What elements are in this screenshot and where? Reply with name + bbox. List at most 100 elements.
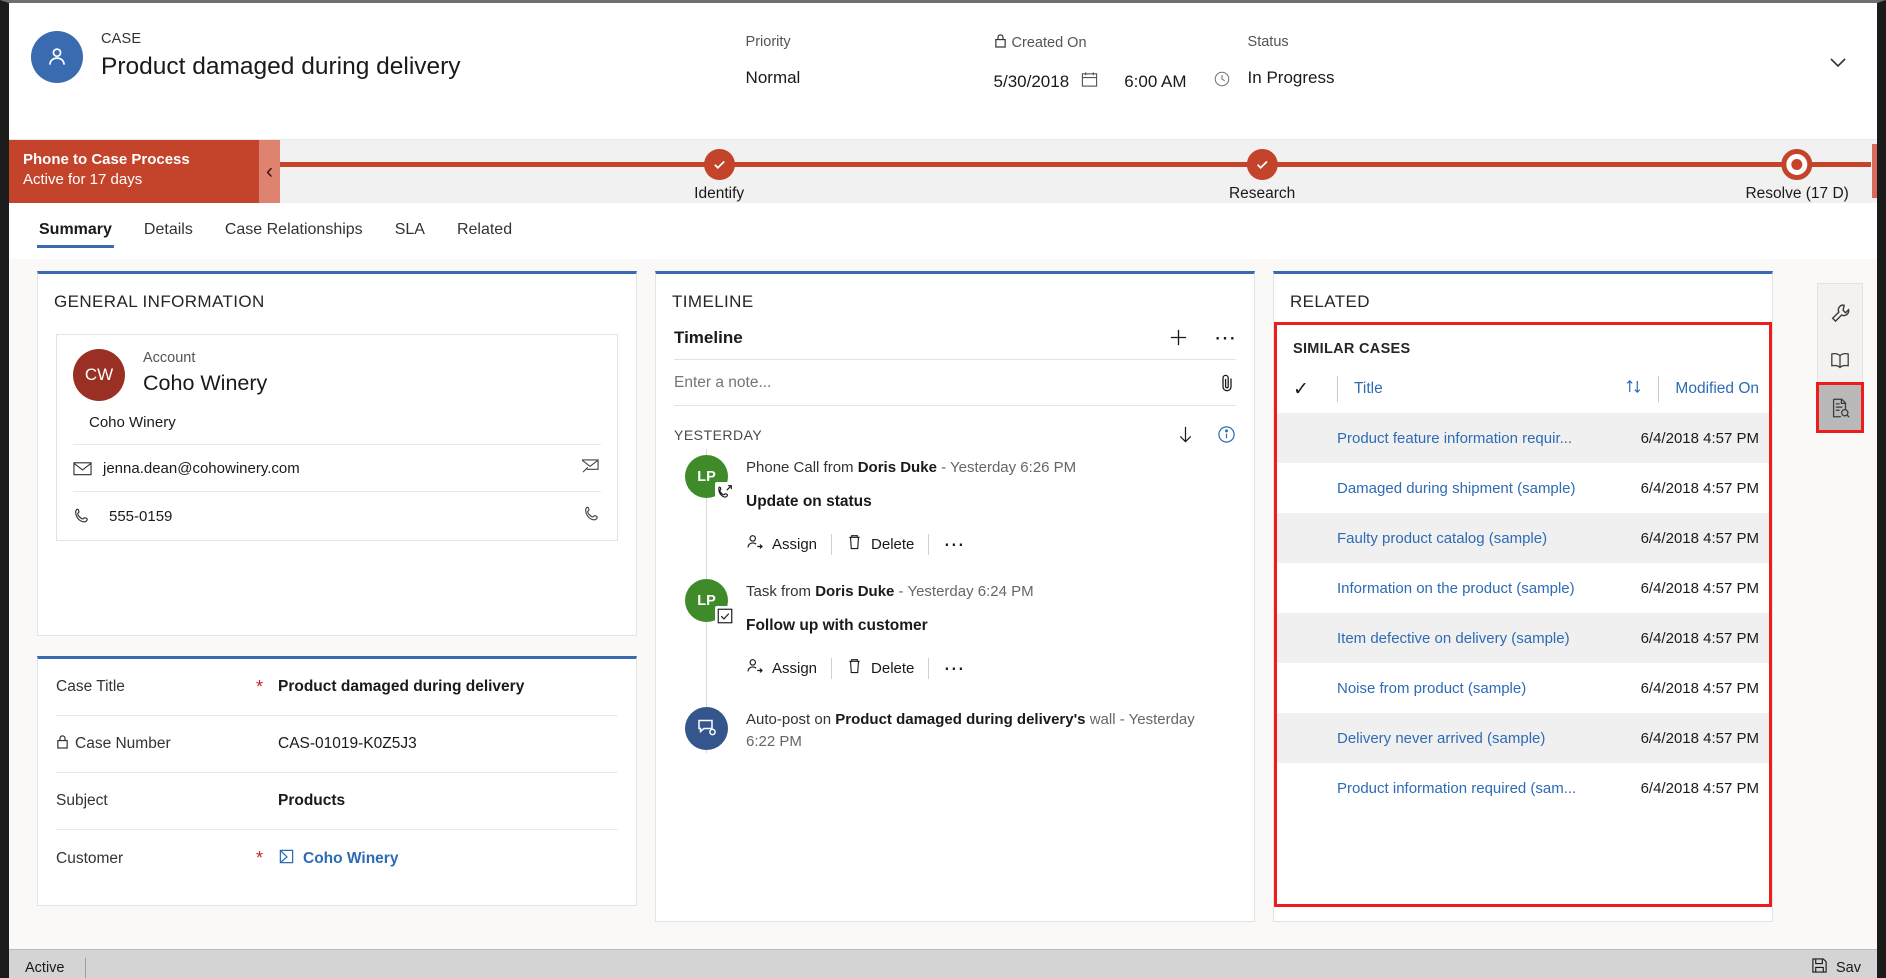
status-bar: Active Sav <box>9 949 1877 978</box>
header-field-priority[interactable]: Priority Normal <box>746 33 994 88</box>
timeline-section-actions <box>1176 424 1236 445</box>
table-row[interactable]: Item defective on delivery (sample) 6/4/… <box>1277 613 1769 663</box>
note-input[interactable] <box>674 373 1218 392</box>
ellipsis-icon[interactable]: ⋯ <box>943 534 964 555</box>
assign-button[interactable]: Assign <box>746 533 817 555</box>
clock-icon[interactable] <box>1213 70 1231 93</box>
envelope-icon <box>73 461 103 476</box>
timeline-item-body: Phone Call from Doris Duke - Yesterday 6… <box>746 455 1076 555</box>
general-information-column: GENERAL INFORMATION CW Account Coho Wine… <box>37 271 637 949</box>
timeline-item-prefix: Phone Call from <box>746 459 858 476</box>
table-cell-title[interactable]: Product information required (sam... <box>1337 780 1641 797</box>
table-row[interactable]: Product feature information requir... 6/… <box>1277 413 1769 463</box>
table-cell-title[interactable]: Information on the product (sample) <box>1337 580 1641 597</box>
timeline-item-subject[interactable]: Update on status <box>746 493 1076 511</box>
created-on-date: 5/30/2018 <box>993 71 1070 91</box>
list-item[interactable]: LP Task from Doris Duke - Yesterday 6:24… <box>674 573 1236 679</box>
ellipsis-icon[interactable]: ⋯ <box>1214 326 1236 348</box>
table-cell-title[interactable]: Noise from product (sample) <box>1337 680 1641 697</box>
arrow-down-icon[interactable] <box>1176 424 1195 445</box>
calendar-icon[interactable] <box>1081 71 1098 93</box>
table-row[interactable]: Noise from product (sample) 6/4/2018 4:5… <box>1277 663 1769 713</box>
table-cell-modified-on: 6/4/2018 4:57 PM <box>1640 579 1759 597</box>
assign-person-icon <box>746 657 764 679</box>
table-cell-title[interactable]: Damaged during shipment (sample) <box>1337 480 1641 497</box>
wrench-icon[interactable] <box>1818 290 1862 337</box>
column-header-title[interactable]: Title <box>1354 380 1625 398</box>
similar-cases-title: SIMILAR CASES <box>1293 341 1411 357</box>
table-cell-modified-on: 6/4/2018 4:57 PM <box>1640 679 1759 697</box>
chevron-down-icon[interactable] <box>1823 47 1853 77</box>
list-item[interactable]: LP Phone Call from Doris Duke - Yesterda <box>674 449 1236 555</box>
divider <box>928 657 930 679</box>
process-stage-research[interactable]: Research <box>1229 140 1295 203</box>
header-field-status[interactable]: Status In Progress <box>1248 33 1478 88</box>
account-quick-view: CW Account Coho Winery Coho Winery jenna… <box>56 334 618 541</box>
similar-records-icon[interactable] <box>1816 382 1864 433</box>
avatar: CW <box>73 349 125 401</box>
delete-button[interactable]: Delete <box>846 533 914 555</box>
tab-sla[interactable]: SLA <box>393 215 427 248</box>
trash-icon <box>846 533 863 555</box>
chevron-left-icon[interactable]: ‹ <box>259 140 280 203</box>
timeline-item-subject[interactable]: Follow up with customer <box>746 617 1034 635</box>
table-cell-title[interactable]: Item defective on delivery (sample) <box>1337 630 1641 647</box>
send-email-icon[interactable] <box>581 458 601 478</box>
form-tabs: Summary Details Case Relationships SLA R… <box>9 203 1877 259</box>
book-knowledge-icon[interactable] <box>1818 337 1862 384</box>
process-stage-resolve[interactable]: Resolve (17 D) <box>1745 140 1849 203</box>
timeline-item-time: - Yesterday 6:24 PM <box>894 583 1034 600</box>
table-row[interactable]: Information on the product (sample) 6/4/… <box>1277 563 1769 613</box>
assign-person-icon <box>746 533 764 555</box>
account-phone[interactable]: 555-0159 <box>109 508 172 525</box>
table-cell-title[interactable]: Faulty product catalog (sample) <box>1337 530 1641 547</box>
account-email[interactable]: jenna.dean@cohowinery.com <box>103 460 300 477</box>
avatar: LP <box>685 455 735 502</box>
sort-updown-icon[interactable] <box>1625 378 1642 400</box>
divider <box>1337 376 1338 402</box>
field-value-customer[interactable]: Coho Winery <box>278 848 398 870</box>
timeline-note-composer[interactable] <box>674 359 1236 406</box>
divider <box>831 533 833 555</box>
header-field-created-on[interactable]: Created On 5/30/2018 6:00 AM <box>994 33 1248 93</box>
field-value-subject[interactable]: Products <box>278 792 345 810</box>
plus-icon[interactable] <box>1167 326 1190 349</box>
column-header-modified-on[interactable]: Modified On <box>1675 380 1759 398</box>
stage-complete-check-icon <box>1246 149 1278 180</box>
phone-outgoing-icon <box>715 482 735 502</box>
table-row[interactable]: Damaged during shipment (sample) 6/4/201… <box>1277 463 1769 513</box>
account-subname: Coho Winery <box>89 414 176 431</box>
table-row[interactable]: Product information required (sam... 6/4… <box>1277 763 1769 813</box>
list-item[interactable]: Auto-post on Product damaged during deli… <box>674 701 1236 753</box>
field-row-customer: Customer * Coho Winery <box>56 830 618 887</box>
table-row[interactable]: Delivery never arrived (sample) 6/4/2018… <box>1277 713 1769 763</box>
process-name-block[interactable]: Phone to Case Process Active for 17 days <box>9 140 259 203</box>
save-label: Sav <box>1836 959 1861 976</box>
field-value-case-title[interactable]: Product damaged during delivery <box>278 678 524 696</box>
account-email-row: jenna.dean@cohowinery.com <box>73 445 601 492</box>
table-cell-modified-on: 6/4/2018 4:57 PM <box>1640 729 1759 747</box>
call-phone-icon[interactable] <box>583 505 601 527</box>
tab-summary[interactable]: Summary <box>37 215 114 248</box>
save-button[interactable]: Sav <box>1811 957 1861 978</box>
paperclip-icon[interactable] <box>1218 373 1236 393</box>
tab-details[interactable]: Details <box>142 215 195 248</box>
required-indicator: * <box>256 848 264 868</box>
ellipsis-icon[interactable]: ⋯ <box>943 658 964 679</box>
table-cell-title[interactable]: Product feature information requir... <box>1337 430 1641 447</box>
assign-button[interactable]: Assign <box>746 657 817 679</box>
tab-case-relationships[interactable]: Case Relationships <box>223 215 365 248</box>
table-cell-title[interactable]: Delivery never arrived (sample) <box>1337 730 1641 747</box>
info-circle-icon[interactable] <box>1217 425 1236 444</box>
similar-cases-panel: SIMILAR CASES ✓ Title Modified On Produc… <box>1274 322 1772 907</box>
timeline-section-label: YESTERDAY <box>674 426 763 443</box>
header-field-priority-label: Priority <box>745 34 791 50</box>
delete-button[interactable]: Delete <box>846 657 914 679</box>
tab-related[interactable]: Related <box>455 215 514 248</box>
process-stage-identify[interactable]: Identify <box>694 140 744 203</box>
checkmark-icon[interactable]: ✓ <box>1293 378 1337 401</box>
account-name[interactable]: Coho Winery <box>143 371 267 396</box>
save-disk-icon <box>1811 957 1828 978</box>
table-row[interactable]: Faulty product catalog (sample) 6/4/2018… <box>1277 513 1769 563</box>
account-header: CW Account Coho Winery <box>73 349 601 401</box>
